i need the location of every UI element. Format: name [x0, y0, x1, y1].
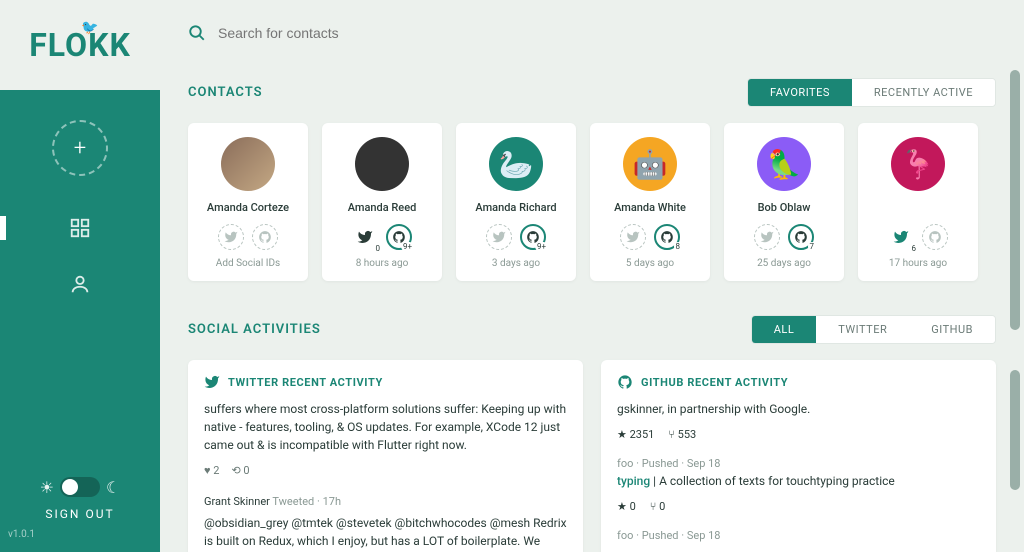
tweet-body: @obsidian_grey @tmtek @stevetek @bitchwh…	[204, 514, 567, 552]
signout-button[interactable]: SIGN OUT	[45, 507, 114, 521]
activities-header: SOCIAL ACTIVITIES ALL TWITTER GITHUB	[188, 315, 996, 344]
contact-meta: 25 days ago	[757, 258, 811, 269]
tweet-meta: ♥ 2 ⟲ 0	[204, 464, 567, 477]
github-event-meta: foo · Pushed · Sep 18	[617, 529, 980, 542]
github-icon[interactable]: 7	[788, 224, 814, 250]
active-nav-marker	[0, 216, 6, 240]
version-label: v1.0.1	[8, 529, 35, 540]
github-icon[interactable]: 9+	[520, 224, 546, 250]
contact-name: Amanda Reed	[348, 201, 417, 214]
avatar: 🦜	[757, 137, 811, 191]
nav-section: + ☀ ☾ SIGN OUT v1.0.1	[0, 90, 160, 552]
activities-toggle-group: ALL TWITTER GITHUB	[751, 315, 996, 344]
heart-icon[interactable]: ♥ 2	[204, 464, 219, 477]
github-icon[interactable]	[252, 224, 278, 250]
contacts-row: Amanda Corteze Add Social IDs Amanda Ree…	[188, 123, 996, 281]
contact-meta: 17 hours ago	[889, 258, 947, 269]
tweet-byline: Grant Skinner Tweeted · 17h	[204, 495, 567, 508]
github-stats: ★ 2351 ⑂ 553	[617, 428, 980, 441]
twitter-icon[interactable]: 0	[352, 224, 378, 250]
contact-meta: 5 days ago	[626, 258, 674, 269]
sidebar: FLOKK + ☀ ☾ SIGN OUT v1.0.1	[0, 0, 160, 552]
contact-card[interactable]: 🦩 6 17 hours ago	[858, 123, 978, 281]
contact-name: Amanda Corteze	[207, 201, 289, 214]
activities-title: SOCIAL ACTIVITIES	[188, 322, 321, 337]
github-event-desc: typing | A collection of texts for touch…	[617, 472, 980, 490]
tweet-body: suffers where most cross-platform soluti…	[204, 400, 567, 454]
contact-name: Amanda Richard	[475, 201, 556, 214]
contact-name: Amanda White	[614, 201, 686, 214]
contact-name: Bob Oblaw	[758, 201, 811, 214]
star-icon: ★ 2351	[617, 428, 654, 441]
twitter-activity-card: TWITTER RECENT ACTIVITY suffers where mo…	[188, 360, 583, 552]
app-logo: FLOKK	[29, 26, 131, 64]
github-icon[interactable]	[922, 224, 948, 250]
tab-all[interactable]: ALL	[752, 316, 817, 343]
count-badge: 9+	[535, 242, 548, 251]
activities-row: TWITTER RECENT ACTIVITY suffers where mo…	[188, 360, 996, 552]
twitter-icon	[204, 374, 220, 390]
scrollbar[interactable]	[1010, 70, 1020, 330]
contacts-toggle-group: FAVORITES RECENTLY ACTIVE	[747, 78, 996, 107]
search-row	[188, 24, 996, 42]
count-badge: 9+	[401, 242, 414, 251]
retweet-icon[interactable]: ⟲ 0	[231, 464, 249, 477]
tab-twitter[interactable]: TWITTER	[816, 316, 909, 343]
theme-toggle[interactable]: ☀ ☾	[40, 477, 121, 497]
dashboard-icon[interactable]	[66, 214, 94, 242]
twitter-icon[interactable]: 6	[888, 224, 914, 250]
twitter-icon[interactable]	[754, 224, 780, 250]
avatar: 🦢	[489, 137, 543, 191]
count-badge: 7	[808, 242, 817, 251]
github-activity-card: GITHUB RECENT ACTIVITY gskinner, in part…	[601, 360, 996, 552]
avatar	[221, 137, 275, 191]
contact-card[interactable]: 🦢 Amanda Richard 9+ 3 days ago	[456, 123, 576, 281]
tab-github[interactable]: GITHUB	[909, 316, 995, 343]
contact-card[interactable]: Amanda Corteze Add Social IDs	[188, 123, 308, 281]
github-icon	[617, 374, 633, 390]
contact-card[interactable]: 🤖 Amanda White 8 5 days ago	[590, 123, 710, 281]
count-badge: 0	[374, 244, 383, 253]
github-icon[interactable]: 9+	[386, 224, 412, 250]
avatar: 🦩	[891, 137, 945, 191]
contact-card[interactable]: Amanda Reed 0 9+ 8 hours ago	[322, 123, 442, 281]
contacts-title: CONTACTS	[188, 85, 263, 100]
contact-card[interactable]: 🦜 Bob Oblaw 7 25 days ago	[724, 123, 844, 281]
avatar: 🤖	[623, 137, 677, 191]
sidebar-bottom: ☀ ☾ SIGN OUT v1.0.1	[0, 465, 160, 552]
search-input[interactable]	[218, 25, 478, 41]
sun-icon: ☀	[40, 478, 54, 497]
avatar	[355, 137, 409, 191]
tab-recently-active[interactable]: RECENTLY ACTIVE	[852, 79, 995, 106]
contact-meta: 3 days ago	[492, 258, 540, 269]
count-badge: 8	[674, 242, 683, 251]
star-icon: ★ 0	[617, 500, 636, 513]
twitter-icon[interactable]	[486, 224, 512, 250]
github-icon[interactable]: 8	[654, 224, 680, 250]
profile-icon[interactable]	[66, 270, 94, 298]
main-content: CONTACTS FAVORITES RECENTLY ACTIVE Amand…	[160, 0, 1024, 552]
scrollbar[interactable]	[1010, 370, 1020, 490]
fork-icon: ⑂ 553	[668, 428, 696, 441]
twitter-icon[interactable]	[620, 224, 646, 250]
contact-meta[interactable]: Add Social IDs	[216, 258, 280, 269]
contact-meta: 8 hours ago	[356, 258, 409, 269]
twitter-icon[interactable]	[218, 224, 244, 250]
search-icon	[188, 24, 206, 42]
github-activity-title: GITHUB RECENT ACTIVITY	[641, 376, 788, 389]
github-event-meta: foo · Pushed · Sep 18	[617, 457, 980, 470]
fork-icon: ⑂ 0	[650, 500, 666, 513]
repo-link[interactable]: typing	[617, 474, 650, 488]
tab-favorites[interactable]: FAVORITES	[748, 79, 852, 106]
add-contact-button[interactable]: +	[52, 120, 108, 176]
contacts-header: CONTACTS FAVORITES RECENTLY ACTIVE	[188, 78, 996, 107]
github-stats: ★ 0 ⑂ 0	[617, 500, 980, 513]
moon-icon: ☾	[106, 478, 120, 497]
toggle-track[interactable]	[60, 477, 100, 497]
count-badge: 6	[910, 244, 919, 253]
github-desc: gskinner, in partnership with Google.	[617, 400, 980, 418]
twitter-activity-title: TWITTER RECENT ACTIVITY	[228, 376, 383, 389]
